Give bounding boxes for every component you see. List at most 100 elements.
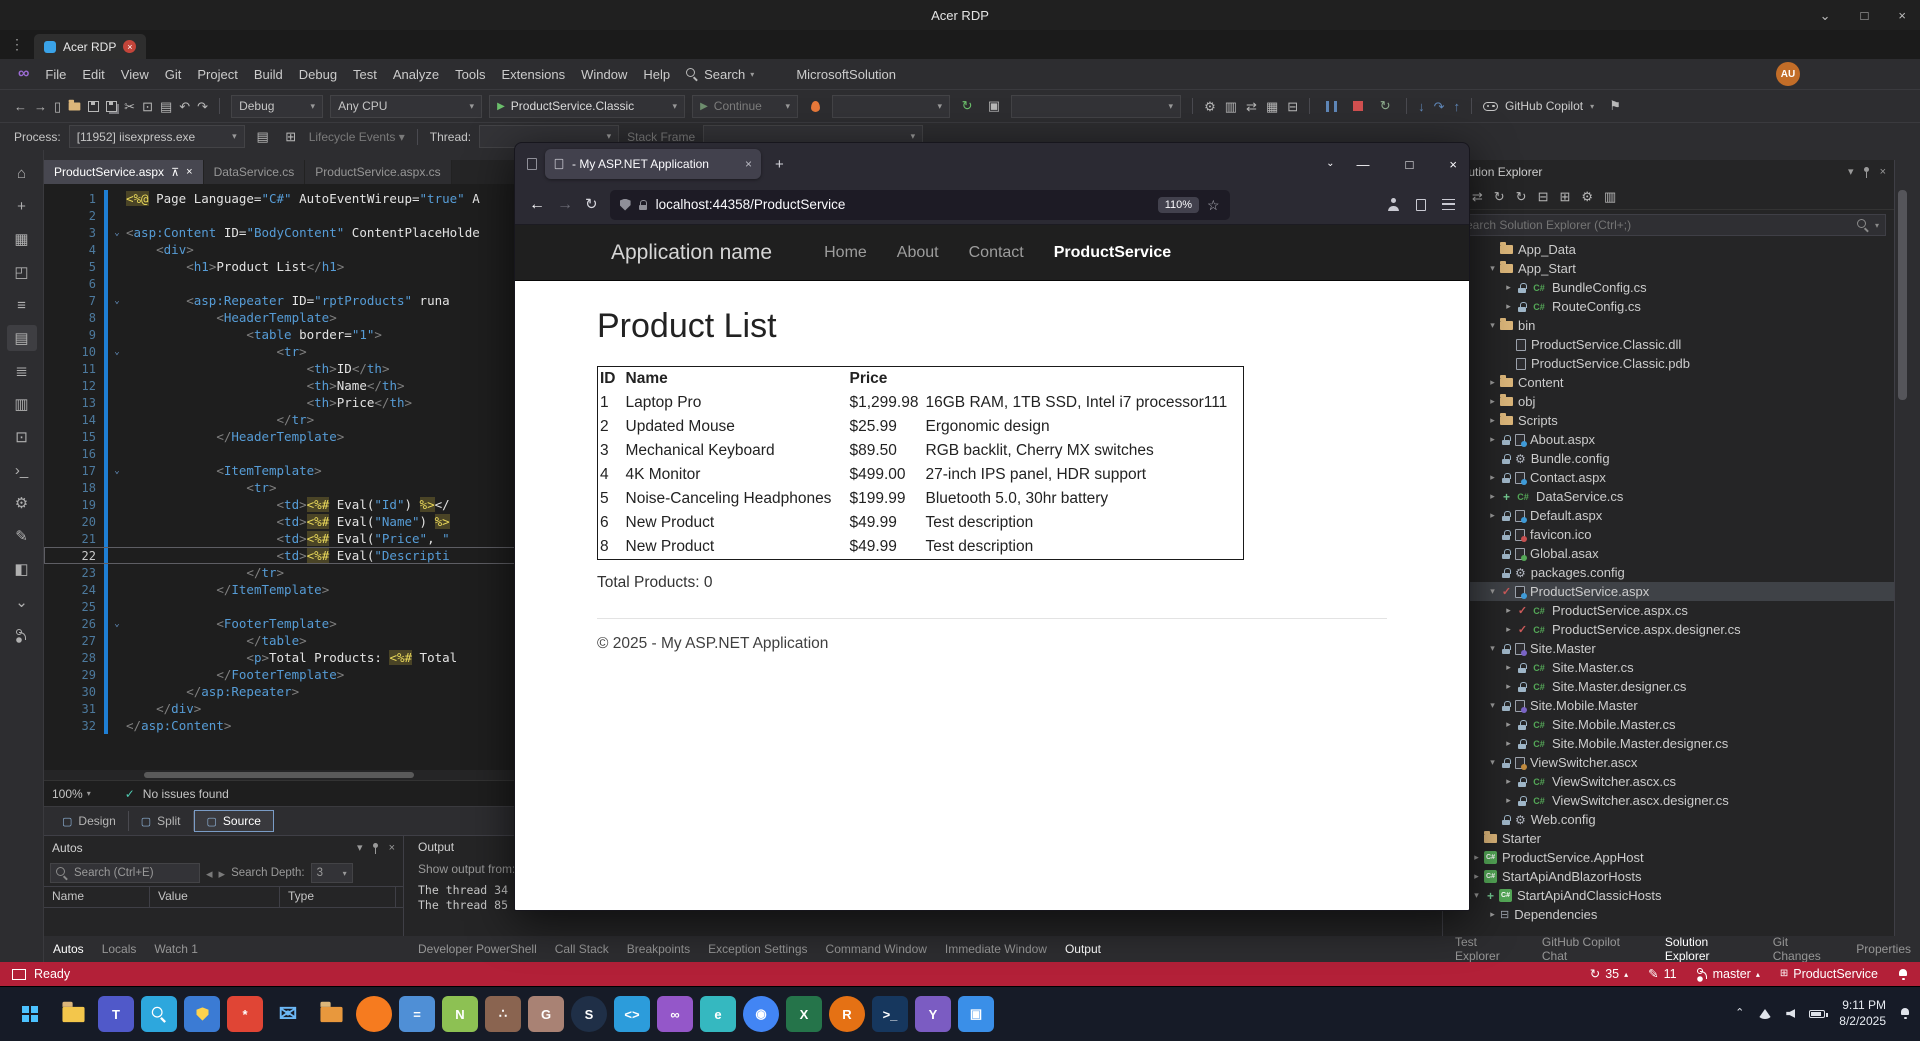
- cut-icon[interactable]: ✂: [124, 100, 135, 113]
- start-debugging-combo[interactable]: ▶ ProductService.Classic ▾: [489, 94, 686, 118]
- pending-edits-status[interactable]: ✎ 11: [1648, 967, 1676, 981]
- rust-app-button[interactable]: R: [829, 996, 865, 1032]
- step-over-icon[interactable]: ↷: [1434, 100, 1445, 113]
- notepad-plus-plus-button[interactable]: N: [442, 996, 478, 1032]
- zoom-indicator[interactable]: 110%: [1157, 196, 1200, 213]
- account-icon[interactable]: [1387, 198, 1400, 211]
- tree-item-contact-aspx[interactable]: ▸ Contact.aspx: [1443, 468, 1894, 487]
- tree-item-app-data[interactable]: App_Data: [1443, 240, 1894, 259]
- chevron-down-icon[interactable]: ▾: [357, 842, 363, 854]
- tree-item-web-config[interactable]: ⚙ Web.config: [1443, 810, 1894, 829]
- molecule-app-button[interactable]: *: [227, 996, 263, 1032]
- bookmark-star-icon[interactable]: ☆: [1207, 198, 1220, 212]
- target-framework-combo[interactable]: ▾: [1011, 94, 1182, 118]
- paw-app-button[interactable]: ∴: [485, 996, 521, 1032]
- menu-analyze[interactable]: Analyze: [385, 59, 447, 89]
- tab-solution-explorer[interactable]: Solution Explorer: [1656, 935, 1764, 963]
- prev-result-icon[interactable]: ◂: [206, 867, 213, 880]
- tab-output[interactable]: Output: [1056, 942, 1110, 956]
- menu-edit[interactable]: Edit: [74, 59, 112, 89]
- view-design[interactable]: ▢ Design: [50, 811, 129, 831]
- tray-chevron-icon[interactable]: ⌃: [1735, 1008, 1744, 1019]
- pin-icon[interactable]: [373, 842, 379, 854]
- list-tabs-icon[interactable]: ⌄: [1326, 159, 1334, 169]
- photos-button[interactable]: ▣: [958, 996, 994, 1032]
- play-icon[interactable]: ▶: [497, 101, 505, 112]
- tree-item-startapiandclassichosts[interactable]: ▾ + C# StartApiAndClassicHosts: [1443, 886, 1894, 905]
- tab-watch-1[interactable]: Watch 1: [145, 942, 207, 956]
- vscode-button[interactable]: <>: [614, 996, 650, 1032]
- expand-all-icon[interactable]: ⌄: [7, 589, 37, 615]
- back-icon[interactable]: ←: [529, 196, 545, 213]
- view-source[interactable]: ▢ Source: [193, 810, 274, 832]
- close-icon[interactable]: ×: [123, 40, 137, 53]
- url-bar[interactable]: 110% ☆: [609, 189, 1230, 220]
- new-file-icon[interactable]: ▯: [54, 100, 61, 113]
- tree-item-routeconfig-cs[interactable]: ▸ C# RouteConfig.cs: [1443, 297, 1894, 316]
- tab-github-copilot-chat[interactable]: GitHub Copilot Chat: [1533, 935, 1656, 963]
- tab-call-stack[interactable]: Call Stack: [546, 942, 618, 956]
- close-icon[interactable]: ×: [389, 842, 395, 854]
- edge-button[interactable]: e: [700, 996, 736, 1032]
- repository-selector[interactable]: ⊞ ProductService: [1780, 967, 1878, 981]
- editor-tab-dataservice-cs[interactable]: DataService.cs: [203, 160, 306, 184]
- solution-search-input[interactable]: [1458, 218, 1857, 232]
- tree-item-about-aspx[interactable]: ▸ About.aspx: [1443, 430, 1894, 449]
- calculator-button[interactable]: =: [399, 996, 435, 1032]
- compare-icon[interactable]: ⇄: [1246, 100, 1257, 113]
- package-icon[interactable]: ◧: [7, 556, 37, 582]
- nav-link-about[interactable]: About: [897, 244, 939, 262]
- menu-debug[interactable]: Debug: [291, 59, 345, 89]
- tree-item-favicon-ico[interactable]: favicon.ico: [1443, 525, 1894, 544]
- tab-git-changes[interactable]: Git Changes: [1764, 935, 1848, 963]
- step-into-icon[interactable]: ↓: [1418, 100, 1425, 113]
- sliders-icon[interactable]: ≣: [7, 358, 37, 384]
- network-icon[interactable]: [1758, 1008, 1773, 1019]
- nav-back-icon[interactable]: ←: [14, 100, 27, 113]
- battery-icon[interactable]: [1809, 1009, 1829, 1018]
- autos-column-value[interactable]: Value: [150, 887, 280, 907]
- editor-zoom-select[interactable]: 100% ▾: [52, 787, 91, 801]
- solution-explorer-scrollbar[interactable]: [1894, 160, 1910, 936]
- tab-command-window[interactable]: Command Window: [817, 942, 936, 956]
- notifications-button[interactable]: [1898, 968, 1908, 980]
- show-all-files-icon[interactable]: ⊞: [1559, 190, 1570, 203]
- menu-build[interactable]: Build: [246, 59, 291, 89]
- maximize-icon[interactable]: □: [1406, 158, 1414, 171]
- tab-locals[interactable]: Locals: [93, 942, 146, 956]
- tab-developer-powershell[interactable]: Developer PowerShell: [409, 942, 546, 956]
- excel-button[interactable]: X: [786, 996, 822, 1032]
- firefox-button[interactable]: [356, 996, 392, 1032]
- stop-icon[interactable]: [1348, 95, 1368, 117]
- lifecycle-events-button[interactable]: Lifecycle Events ▾: [309, 130, 405, 144]
- sync-status[interactable]: ↻ 35 ▴: [1590, 967, 1628, 981]
- minimize-icon[interactable]: —: [1357, 158, 1370, 171]
- refresh-icon[interactable]: ↻: [957, 95, 977, 117]
- url-input[interactable]: [655, 197, 1150, 212]
- save-icon[interactable]: [88, 100, 100, 112]
- nav-link-home[interactable]: Home: [824, 244, 867, 262]
- git-branch-selector[interactable]: master ▴: [1696, 967, 1760, 981]
- firefox-view-icon[interactable]: [527, 158, 537, 170]
- tree-item-productservice-aspx[interactable]: ▾ ✓ ProductService.aspx: [1443, 582, 1894, 601]
- tree-item-global-asax[interactable]: Global.asax: [1443, 544, 1894, 563]
- gimp-button[interactable]: G: [528, 996, 564, 1032]
- teams-button[interactable]: T: [98, 996, 134, 1032]
- github-copilot-button[interactable]: GitHub Copilot ▾: [1483, 99, 1594, 113]
- pause-icon[interactable]: [1321, 95, 1341, 117]
- tree-item-site-mobile-master[interactable]: ▾ Site.Mobile.Master: [1443, 696, 1894, 715]
- close-tab-icon[interactable]: ×: [745, 158, 752, 170]
- tree-item-bundleconfig-cs[interactable]: ▸ C# BundleConfig.cs: [1443, 278, 1894, 297]
- collapse-all-icon[interactable]: ⊟: [1538, 190, 1549, 203]
- tree-item-dependencies[interactable]: ▸ ⊟ Dependencies: [1443, 905, 1894, 924]
- nav-link-productservice[interactable]: ProductService: [1054, 244, 1171, 262]
- sync-icon[interactable]: ↻: [1494, 190, 1505, 203]
- pin-icon[interactable]: ⊼: [171, 166, 179, 179]
- extensions-icon[interactable]: [1416, 198, 1426, 211]
- tab-exception-settings[interactable]: Exception Settings: [699, 942, 816, 956]
- menu-extensions[interactable]: Extensions: [494, 59, 574, 89]
- mail-button[interactable]: ✉: [270, 996, 306, 1032]
- tracking-shield-icon[interactable]: [619, 198, 631, 211]
- open-folder-icon[interactable]: [68, 99, 81, 111]
- tree-item-bundle-config[interactable]: ⚙ Bundle.config: [1443, 449, 1894, 468]
